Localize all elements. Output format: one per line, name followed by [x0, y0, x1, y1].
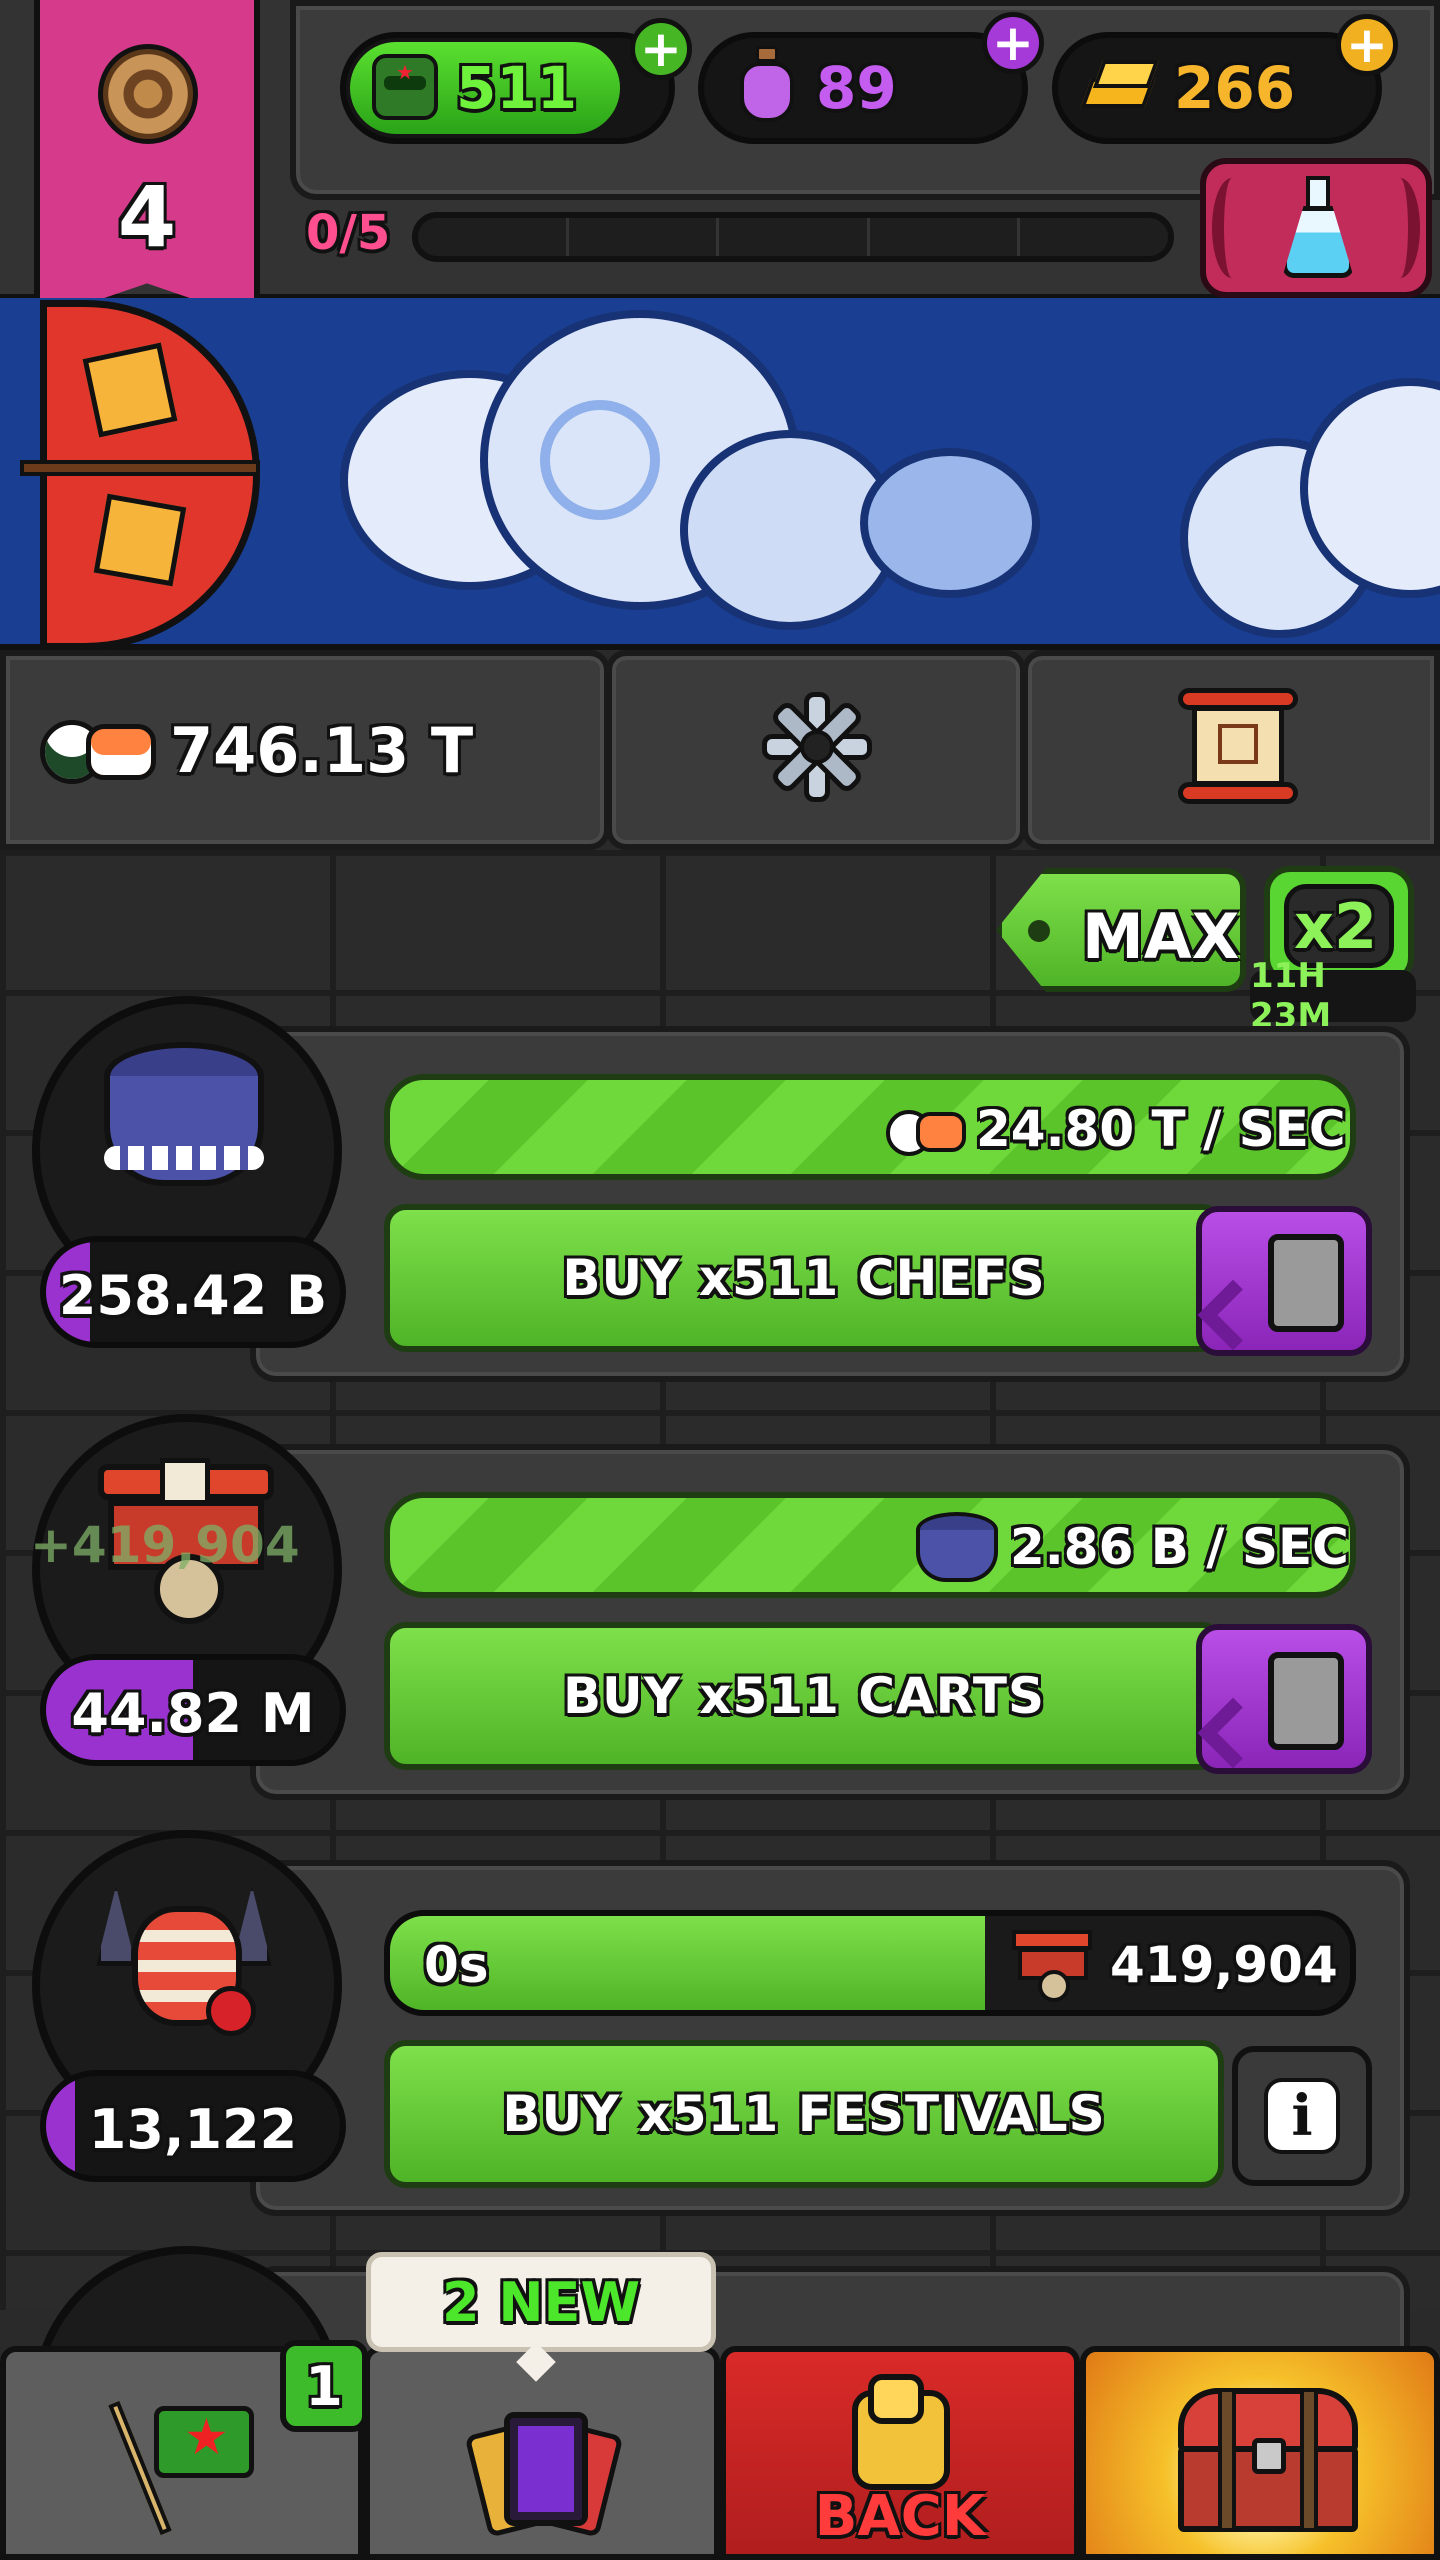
boost-timer-text: 11H 23M: [1250, 956, 1332, 1036]
level-progress-text: 0/5: [306, 205, 391, 261]
ninja-value: 511: [456, 54, 578, 122]
add-ninja-button[interactable]: +: [630, 18, 692, 80]
chest-icon: [1178, 2388, 1358, 2538]
back-tab[interactable]: BACK: [720, 2346, 1080, 2560]
noodle-cart-icon: [1012, 1926, 1096, 2004]
sushi-icon: [880, 1090, 970, 1170]
festivals-cost: 13,122: [88, 2098, 298, 2161]
lantern-icon: [96, 1876, 276, 2046]
sushi-icon: [30, 690, 160, 800]
swap-arrow-icon: [1197, 1279, 1269, 1351]
swap-arrow-icon: [1197, 1697, 1269, 1769]
back-label: BACK: [814, 2484, 986, 2549]
scroll-tab[interactable]: [1022, 650, 1440, 850]
festivals-progress-bar: 0s 419,904: [384, 1910, 1356, 2016]
buy-chefs-button[interactable]: BUY x511 CHEFS: [384, 1204, 1224, 1352]
cloud-right: [1180, 378, 1440, 644]
missions-badge: 1: [280, 2340, 368, 2432]
chefs-cost-pill: 258.42 B: [40, 1236, 346, 1348]
missions-badge-count: 1: [305, 2354, 343, 2418]
shuriken-icon: [762, 692, 872, 802]
chest-tab[interactable]: [1080, 2346, 1440, 2560]
card-icon: [1268, 1652, 1344, 1750]
chefs-rate: 24.80 T / SEC: [976, 1100, 1346, 1158]
carts-rate-bar: 2.86 B / SEC: [384, 1492, 1356, 1598]
sushi-total: 746.13 T: [170, 714, 474, 787]
chefs-rate-bar: 24.80 T / SEC: [384, 1074, 1356, 1180]
potion-icon: [736, 46, 798, 128]
chef-hat-icon: [916, 1508, 1002, 1586]
carts-cost: 44.82 M: [71, 1682, 315, 1745]
gold-currency[interactable]: 266: [1052, 32, 1382, 144]
cards-new-tooltip: 2 NEW: [366, 2252, 716, 2352]
level-banner[interactable]: 4: [34, 0, 260, 322]
cloud-large: [340, 310, 900, 640]
festivals-info-button[interactable]: i: [1232, 2046, 1372, 2186]
cards-icon: [464, 2408, 624, 2548]
level-number: 4: [117, 168, 177, 266]
level-progress-bar: [412, 212, 1174, 262]
add-potion-button[interactable]: +: [982, 12, 1044, 74]
ninja-icon: ★: [372, 54, 438, 120]
flask-icon: [1282, 176, 1354, 284]
add-gold-button[interactable]: +: [1336, 14, 1398, 76]
buy-carts-button[interactable]: BUY x511 CARTS: [384, 1622, 1224, 1770]
carts-card-button[interactable]: [1196, 1624, 1372, 1774]
research-button[interactable]: [1200, 158, 1432, 298]
carts-rate: 2.86 B / SEC: [1010, 1518, 1349, 1576]
gold-value: 266: [1174, 54, 1296, 122]
chefs-card-button[interactable]: [1196, 1206, 1372, 1356]
boost-timer: 11H 23M: [1250, 956, 1416, 1036]
max-multiplier-button[interactable]: MAX: [996, 868, 1246, 992]
info-icon: i: [1264, 2078, 1340, 2154]
laurel-right-icon: [1380, 178, 1420, 278]
flag-icon: ★: [108, 2388, 268, 2538]
carts-cost-pill: 44.82 M: [40, 1654, 346, 1766]
festivals-timer: 0s: [424, 1936, 489, 1994]
chef-hat-icon: [94, 1036, 274, 1196]
potion-currency[interactable]: 89: [698, 32, 1028, 144]
festivals-cost-pill: 13,122: [40, 2070, 346, 2182]
potion-value: 89: [816, 54, 897, 122]
cards-new-label: 2 NEW: [441, 2270, 641, 2334]
scroll-icon: [1178, 688, 1298, 804]
max-label: MAX: [1082, 900, 1240, 973]
floating-gain: +419,904: [30, 1516, 300, 1574]
cards-tab[interactable]: [364, 2346, 720, 2560]
buy-festivals-button[interactable]: BUY x511 FESTIVALS: [384, 2040, 1224, 2188]
gold-bars-icon: [1080, 58, 1160, 116]
x2-label: x2: [1294, 890, 1378, 963]
laurel-left-icon: [1212, 178, 1252, 278]
festivals-count: 419,904: [1110, 1936, 1338, 1994]
snail-icon: [98, 44, 198, 144]
cloud-small: [860, 448, 1040, 598]
card-icon: [1268, 1234, 1344, 1332]
chefs-cost: 258.42 B: [58, 1264, 328, 1327]
fan-icon: [20, 290, 260, 660]
ninja-currency[interactable]: ★ 511: [340, 32, 675, 144]
shuriken-tab[interactable]: [606, 650, 1026, 850]
